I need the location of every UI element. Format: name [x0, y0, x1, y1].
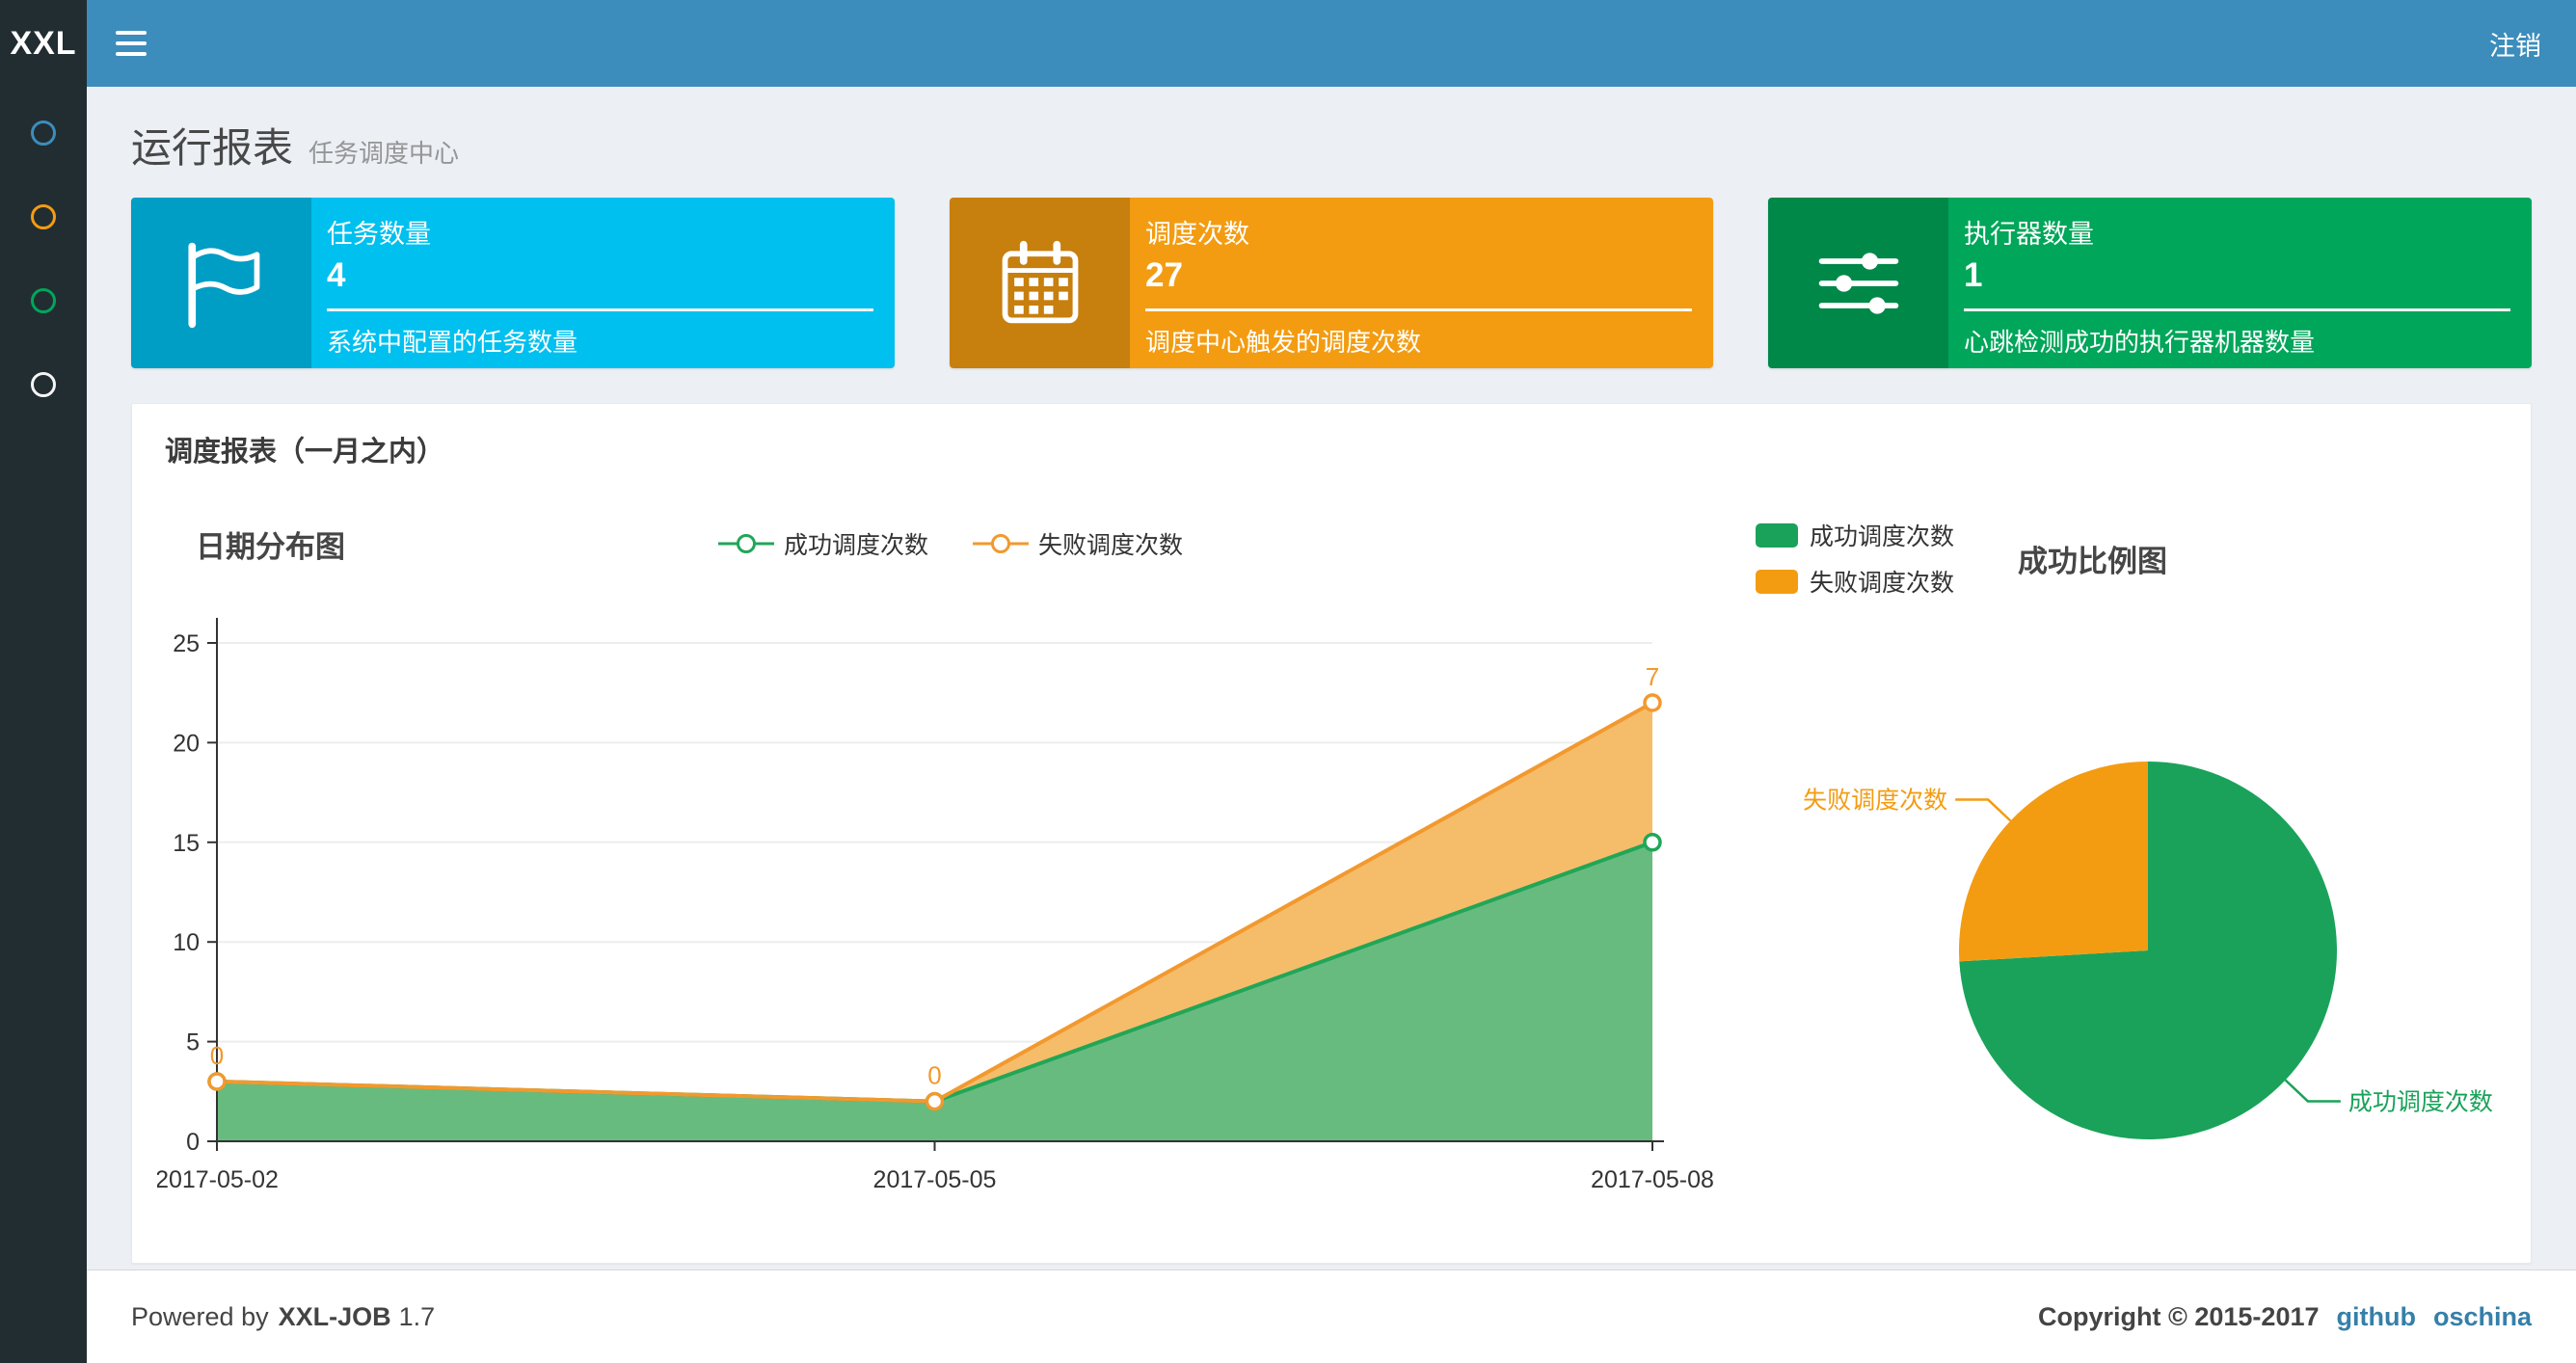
calendar-icon — [950, 198, 1130, 368]
svg-text:0: 0 — [186, 1129, 200, 1156]
success-ratio-section: 成功调度次数 失败调度次数 成功比例图 成功调度次数 失败调度次数 — [1744, 510, 2506, 1240]
svg-text:7: 7 — [1646, 662, 1659, 691]
info-box-description: 心跳检测成功的执行器机器数量 — [1964, 328, 2316, 357]
svg-text:5: 5 — [186, 1029, 200, 1056]
svg-text:2017-05-05: 2017-05-05 — [873, 1166, 997, 1193]
pie-chart-title: 成功比例图 — [2018, 544, 2168, 578]
sidebar-item-executors[interactable] — [0, 342, 87, 426]
flag-icon — [131, 198, 311, 368]
line-legend-marker-icon — [717, 534, 774, 553]
line-chart-legend: 成功调度次数 失败调度次数 — [717, 526, 1183, 561]
info-box-value: 4 — [327, 256, 346, 294]
pie-chart-legend: 成功调度次数 失败调度次数 — [1756, 518, 1954, 599]
svg-text:20: 20 — [173, 730, 200, 757]
date-distribution-section: 日期分布图 成功调度次数 失败调度次数 0 5 10 15 20 25 2017-05-02… — [155, 510, 1744, 1240]
legend-label: 成功调度次数 — [783, 532, 928, 559]
info-box-label: 执行器数量 — [1964, 220, 2094, 249]
product-version: 1.7 — [398, 1301, 436, 1331]
github-link[interactable]: github — [2337, 1302, 2416, 1332]
hamburger-icon — [116, 31, 147, 35]
sliders-icon — [1768, 198, 1948, 368]
sidebar-item-jobs[interactable] — [0, 174, 87, 258]
footer-powered-by: Powered by XXL-JOB 1.7 — [131, 1302, 435, 1332]
circle-icon — [31, 287, 56, 313]
page-subtitle: 任务调度中心 — [309, 139, 460, 168]
info-box-content: 任务数量 4 系统中配置的任务数量 — [311, 198, 895, 368]
panel-body: 日期分布图 成功调度次数 失败调度次数 0 5 10 15 20 25 2017-05-02… — [132, 493, 2531, 1263]
legend-label: 失败调度次数 — [1038, 532, 1184, 559]
logout-link[interactable]: 注销 — [2455, 0, 2576, 87]
info-box-executor-count: 执行器数量 1 心跳检测成功的执行器机器数量 — [1768, 198, 2532, 368]
info-box-label: 任务数量 — [327, 220, 431, 249]
pie-chart-header: 成功调度次数 失败调度次数 成功比例图 — [1744, 518, 2506, 599]
info-box-value: 1 — [1964, 256, 1983, 294]
line-chart-title: 日期分布图 — [196, 529, 345, 564]
legend-swatch-icon — [1756, 522, 1798, 548]
info-box-row: 任务数量 4 系统中配置的任务数量 调度次数 27 调度中心触发的调度次数 执行… — [87, 198, 2576, 368]
legend-label: 成功调度次数 — [1810, 523, 1955, 550]
circle-icon — [31, 203, 56, 229]
sidebar-item-dashboard[interactable] — [0, 91, 87, 174]
info-box-description: 系统中配置的任务数量 — [327, 328, 578, 357]
page-header: 运行报表 任务调度中心 — [87, 87, 2576, 198]
hamburger-icon — [116, 52, 147, 56]
product-name: XXL-JOB — [278, 1301, 391, 1331]
legend-swatch-icon — [1756, 569, 1798, 594]
powered-by-text: Powered by — [131, 1301, 269, 1331]
legend-item-success[interactable]: 成功调度次数 — [1756, 518, 1954, 552]
line-chart-header: 日期分布图 成功调度次数 失败调度次数 — [157, 510, 1744, 577]
page-footer: Powered by XXL-JOB 1.7 Copyright © 2015-20… — [87, 1269, 2576, 1363]
success-ratio-chart: 成功调度次数 失败调度次数 — [1803, 762, 2493, 1139]
hamburger-icon — [116, 41, 147, 45]
sidebar — [0, 87, 87, 1363]
info-box-description: 调度中心触发的调度次数 — [1145, 328, 1422, 357]
svg-text:0: 0 — [210, 1041, 224, 1070]
progress-line — [1145, 308, 1692, 311]
app-logo[interactable]: XXL — [0, 0, 87, 87]
svg-text:25: 25 — [173, 630, 200, 657]
svg-text:2017-05-02: 2017-05-02 — [157, 1166, 279, 1193]
circle-icon — [31, 120, 56, 146]
sidebar-item-logs[interactable] — [0, 258, 87, 342]
line-legend-marker-icon — [973, 534, 1029, 553]
svg-text:10: 10 — [173, 929, 200, 956]
main-content: 运行报表 任务调度中心 任务数量 4 系统中配置的任务数量 调度次数 27 调度… — [87, 0, 2576, 1264]
footer-copyright: Copyright © 2015-2017 github oschina — [2038, 1302, 2532, 1332]
svg-text:成功调度次数: 成功调度次数 — [2348, 1088, 2493, 1115]
legend-label: 失败调度次数 — [1810, 570, 1955, 597]
circle-icon — [31, 371, 56, 397]
info-box-job-count: 任务数量 4 系统中配置的任务数量 — [131, 198, 895, 368]
legend-item-success[interactable]: 成功调度次数 — [717, 526, 928, 561]
info-box-value: 27 — [1145, 256, 1183, 294]
date-distribution-chart: 05101520252017-05-02 2017-05-05 2017-05-08… — [155, 618, 1714, 1193]
progress-line — [1964, 308, 2510, 311]
info-box-content: 执行器数量 1 心跳检测成功的执行器机器数量 — [1948, 198, 2532, 368]
info-box-label: 调度次数 — [1145, 220, 1249, 249]
info-box-content: 调度次数 27 调度中心触发的调度次数 — [1130, 198, 1713, 368]
progress-line — [327, 308, 873, 311]
svg-text:15: 15 — [173, 830, 200, 857]
panel-title: 调度报表（一月之内） — [165, 437, 445, 468]
page-title: 运行报表 — [131, 125, 294, 171]
sidebar-toggle-button[interactable] — [87, 0, 175, 87]
legend-item-fail[interactable]: 失败调度次数 — [973, 526, 1183, 561]
report-panel: 调度报表（一月之内） 日期分布图 成功调度次数 失败调度次数 0 5 10 15… — [131, 403, 2532, 1264]
oschina-link[interactable]: oschina — [2433, 1302, 2532, 1332]
copyright-text: Copyright © 2015-2017 — [2037, 1301, 2320, 1331]
top-navbar: XXL 注销 — [0, 0, 2576, 87]
svg-text:0: 0 — [927, 1061, 941, 1090]
svg-text:失败调度次数: 失败调度次数 — [1803, 788, 1947, 815]
svg-text:2017-05-08: 2017-05-08 — [1591, 1166, 1714, 1193]
legend-item-fail[interactable]: 失败调度次数 — [1756, 564, 1954, 599]
info-box-trigger-count: 调度次数 27 调度中心触发的调度次数 — [950, 198, 1713, 368]
